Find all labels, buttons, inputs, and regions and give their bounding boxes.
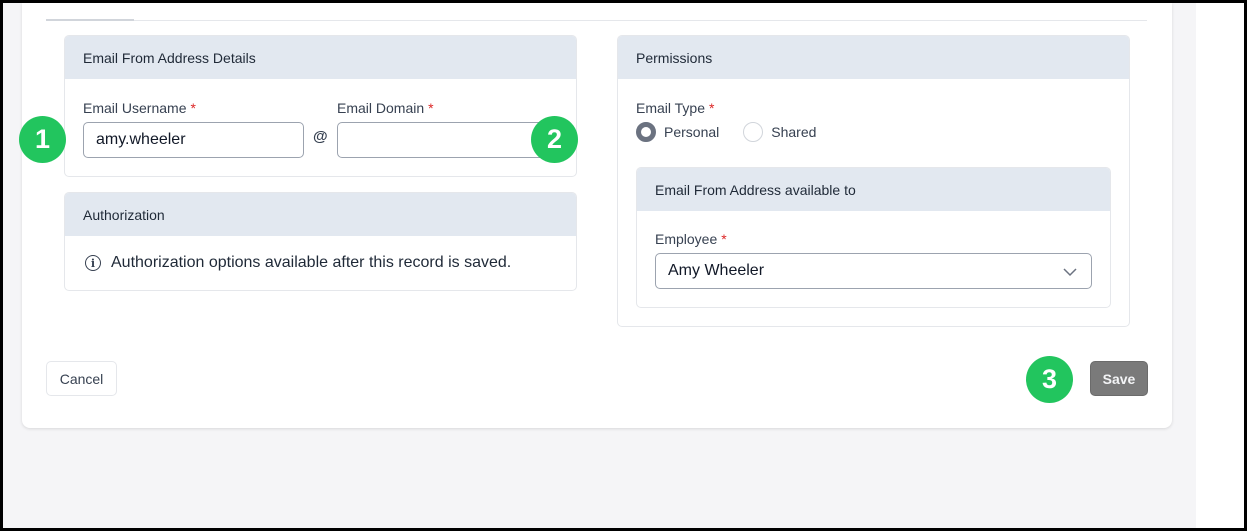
save-button[interactable]: Save <box>1090 361 1148 396</box>
email-domain-label: Email Domain * <box>337 100 434 116</box>
cancel-button[interactable]: Cancel <box>46 361 117 396</box>
required-asterisk: * <box>190 100 196 116</box>
active-tab-indicator <box>46 19 134 21</box>
authorization-panel: Authorization <box>64 192 577 291</box>
email-type-radio-group: Personal Shared <box>636 122 840 142</box>
radio-personal-button[interactable] <box>636 122 656 142</box>
tab-divider <box>46 20 1147 21</box>
employee-label: Employee * <box>655 231 727 247</box>
authorization-title: Authorization <box>83 206 165 223</box>
employee-selected-value: Amy Wheeler <box>668 262 765 279</box>
authorization-info: i Authorization options available after … <box>85 254 511 272</box>
authorization-header: Authorization <box>65 193 576 236</box>
email-type-label: Email Type * <box>636 100 715 116</box>
permissions-header: Permissions <box>618 36 1129 79</box>
at-symbol: @ <box>313 128 328 145</box>
email-details-title: Email From Address Details <box>83 49 256 66</box>
email-username-input[interactable] <box>83 122 304 158</box>
info-icon: i <box>85 255 101 271</box>
radio-option-personal[interactable]: Personal <box>636 122 719 142</box>
radio-shared-button[interactable] <box>743 122 764 142</box>
required-asterisk: * <box>709 100 715 116</box>
step-badge-2: 2 <box>531 116 578 163</box>
available-to-title: Email From Address available to <box>655 181 856 198</box>
required-asterisk: * <box>721 231 727 247</box>
employee-select[interactable]: Amy Wheeler <box>655 253 1092 289</box>
email-details-header: Email From Address Details <box>65 36 576 79</box>
radio-option-shared[interactable]: Shared <box>743 122 816 142</box>
permissions-title: Permissions <box>636 49 713 66</box>
required-asterisk: * <box>428 100 434 116</box>
email-username-label: Email Username * <box>83 100 196 116</box>
available-to-header: Email From Address available to <box>637 168 1110 211</box>
email-domain-input[interactable] <box>337 122 559 158</box>
step-badge-3: 3 <box>1026 356 1073 403</box>
authorization-info-text: Authorization options available after th… <box>111 254 512 271</box>
step-badge-1: 1 <box>19 116 66 163</box>
chevron-down-icon <box>1063 268 1077 277</box>
radio-shared-label: Shared <box>771 124 817 140</box>
radio-personal-label: Personal <box>664 124 720 140</box>
